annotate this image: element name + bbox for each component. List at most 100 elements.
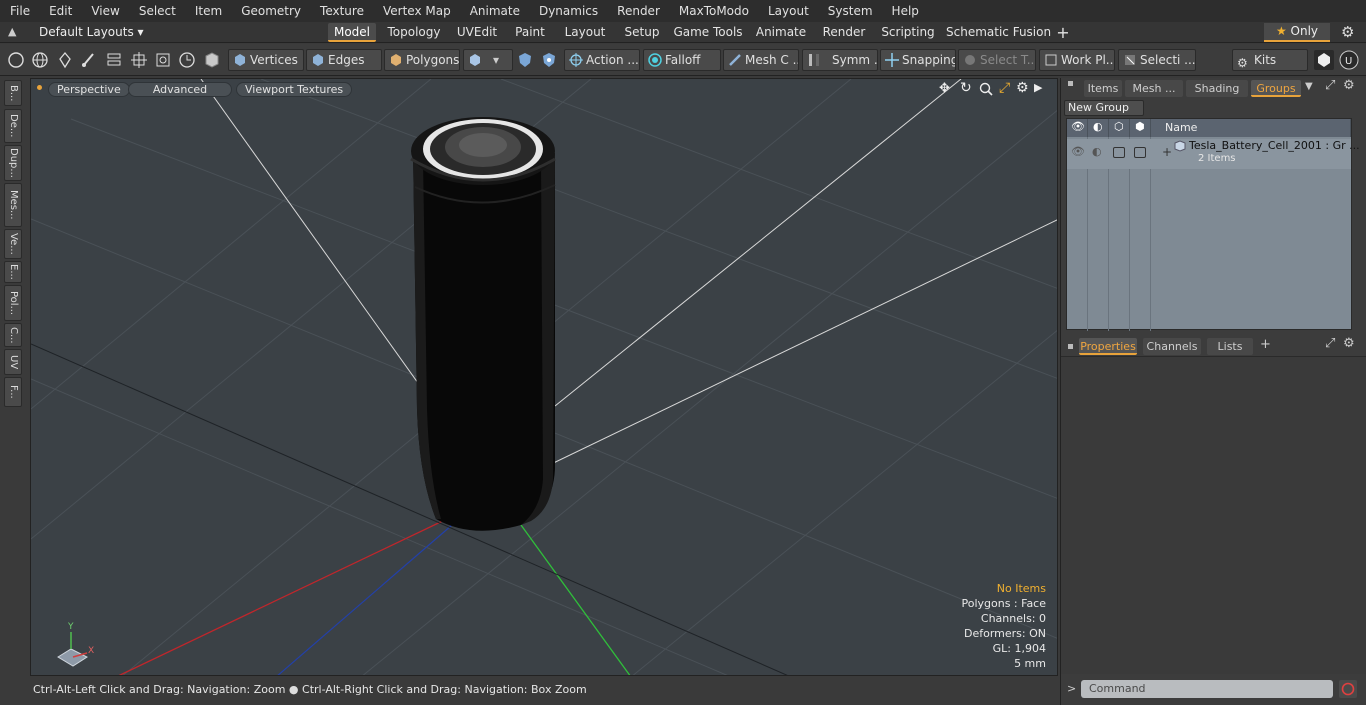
name-column-header[interactable]: Name bbox=[1151, 119, 1351, 137]
action-center-button[interactable]: Action ... bbox=[564, 49, 640, 71]
properties-expand-icon[interactable]: ⤢ bbox=[1325, 336, 1335, 351]
symmetry-button[interactable]: Symm ... bbox=[802, 49, 878, 71]
edges-button[interactable]: Edges bbox=[306, 49, 382, 71]
menu-maxtomodo[interactable]: MaxToModo bbox=[669, 0, 758, 22]
snapping-button[interactable]: Snapping bbox=[880, 49, 956, 71]
record-icon[interactable] bbox=[1339, 680, 1357, 698]
mesh-constraint-button[interactable]: Mesh C ... bbox=[723, 49, 799, 71]
left-tab-fusion[interactable]: F... bbox=[4, 377, 22, 407]
item-mode-icon[interactable] bbox=[203, 51, 221, 69]
vertices-button[interactable]: Vertices bbox=[228, 49, 304, 71]
tab-scripting[interactable]: Scripting bbox=[878, 23, 938, 42]
left-tab-basic[interactable]: B... bbox=[4, 80, 22, 106]
tab-groups[interactable]: Groups bbox=[1251, 80, 1301, 97]
material-mode-button[interactable]: ▾ bbox=[463, 49, 513, 71]
circle-select-icon[interactable] bbox=[7, 51, 25, 69]
transform-icon[interactable] bbox=[130, 51, 148, 69]
advanced-button[interactable]: Advanced bbox=[128, 82, 232, 97]
unreal-icon[interactable]: U bbox=[1339, 50, 1359, 70]
menu-geometry[interactable]: Geometry bbox=[231, 0, 310, 22]
panel-settings-icon[interactable]: ⚙ bbox=[1343, 78, 1355, 93]
left-tab-mesh[interactable]: Mes... bbox=[4, 183, 22, 227]
select-through-button[interactable]: Select T... bbox=[958, 49, 1036, 71]
move-view-icon[interactable]: ✥ bbox=[939, 81, 950, 96]
row-select-checkbox[interactable] bbox=[1134, 147, 1146, 158]
menu-render[interactable]: Render bbox=[607, 0, 669, 22]
left-tab-vertex[interactable]: Ve... bbox=[4, 229, 22, 259]
row-render-icon[interactable]: ◐ bbox=[1092, 145, 1102, 158]
menu-layout[interactable]: Layout bbox=[758, 0, 818, 22]
group-expand-button[interactable]: + bbox=[1162, 145, 1172, 159]
unity-icon[interactable] bbox=[1314, 50, 1334, 70]
left-tab-polygon[interactable]: Pol... bbox=[4, 285, 22, 321]
add-properties-tab-button[interactable]: + bbox=[1260, 337, 1271, 352]
menu-edit[interactable]: Edit bbox=[39, 0, 81, 22]
menu-vertex-map[interactable]: Vertex Map bbox=[373, 0, 460, 22]
default-layouts-dropdown[interactable]: Default Layouts ▾ bbox=[39, 24, 144, 41]
menu-item[interactable]: Item bbox=[185, 0, 231, 22]
left-tab-uv[interactable]: UV bbox=[4, 349, 22, 375]
lock-column-header[interactable]: ⬡ bbox=[1109, 119, 1130, 137]
menu-view[interactable]: View bbox=[81, 0, 128, 22]
tab-mesh[interactable]: Mesh ... bbox=[1125, 80, 1183, 97]
work-plane-button[interactable]: Work Pl... bbox=[1039, 49, 1115, 71]
tab-setup[interactable]: Setup bbox=[620, 23, 664, 42]
tab-lists[interactable]: Lists bbox=[1207, 338, 1253, 355]
row-lock-checkbox[interactable] bbox=[1113, 147, 1125, 158]
tab-shading[interactable]: Shading bbox=[1186, 80, 1248, 97]
tab-properties[interactable]: Properties bbox=[1079, 338, 1137, 355]
3d-viewport[interactable]: Perspective Advanced Viewport Textures ✥… bbox=[30, 78, 1058, 676]
menu-animate[interactable]: Animate bbox=[460, 0, 529, 22]
add-tab-button[interactable]: + bbox=[1054, 23, 1072, 42]
tab-layout[interactable]: Layout bbox=[558, 23, 612, 42]
left-tab-duplicate[interactable]: Dup... bbox=[4, 145, 22, 181]
fit-view-icon[interactable]: ⤢ bbox=[999, 80, 1010, 96]
menu-help[interactable]: Help bbox=[882, 0, 928, 22]
clock-icon[interactable] bbox=[178, 51, 196, 69]
center-icon[interactable] bbox=[154, 51, 172, 69]
tab-model[interactable]: Model bbox=[328, 23, 376, 42]
perspective-button[interactable]: Perspective bbox=[48, 82, 130, 97]
tab-channels[interactable]: Channels bbox=[1143, 338, 1201, 355]
left-tab-edge[interactable]: E... bbox=[4, 261, 22, 283]
menu-system[interactable]: System bbox=[818, 0, 882, 22]
command-input[interactable]: Command bbox=[1081, 680, 1333, 698]
only-toggle[interactable]: ★ Only bbox=[1264, 23, 1330, 42]
rotate-view-icon[interactable]: ↻ bbox=[960, 80, 972, 96]
pen-tool-icon[interactable] bbox=[56, 51, 74, 69]
viewport-settings-icon[interactable]: ⚙ bbox=[1016, 80, 1029, 96]
battery-cell-model[interactable] bbox=[410, 117, 556, 531]
left-tab-deform[interactable]: De... bbox=[4, 109, 22, 143]
tabs-dropdown-icon[interactable]: ▼ bbox=[1305, 81, 1313, 92]
visibility-column-header[interactable]: 👁 bbox=[1067, 119, 1088, 137]
select-column-header[interactable]: ⬢ bbox=[1130, 119, 1151, 137]
gear-icon[interactable]: ⚙ bbox=[1341, 23, 1354, 41]
tab-render[interactable]: Render bbox=[818, 23, 870, 42]
globe-icon[interactable] bbox=[31, 51, 49, 69]
tab-schematic-fusion[interactable]: Schematic Fusion bbox=[946, 23, 1051, 42]
menu-texture[interactable]: Texture bbox=[310, 0, 373, 22]
menu-select[interactable]: Select bbox=[129, 0, 185, 22]
brush-icon[interactable] bbox=[80, 51, 98, 69]
menu-dynamics[interactable]: Dynamics bbox=[529, 0, 607, 22]
tab-uvedit[interactable]: UVEdit bbox=[452, 23, 502, 42]
falloff-button[interactable]: Falloff bbox=[643, 49, 721, 71]
render-column-header[interactable]: ◐ bbox=[1088, 119, 1109, 137]
group-row[interactable]: 👁 ◐ + Tesla_Battery_Cell_2001 : Gr ... 2… bbox=[1067, 139, 1360, 169]
new-group-button[interactable]: New Group bbox=[1064, 100, 1144, 116]
tab-animate[interactable]: Animate bbox=[752, 23, 810, 42]
panel-expand-icon[interactable]: ⤢ bbox=[1325, 78, 1335, 93]
viewport-textures-button[interactable]: Viewport Textures bbox=[236, 82, 353, 97]
tab-topology[interactable]: Topology bbox=[384, 23, 444, 42]
zoom-view-icon[interactable] bbox=[979, 82, 993, 96]
tab-game-tools[interactable]: Game Tools bbox=[672, 23, 744, 42]
properties-settings-icon[interactable]: ⚙ bbox=[1343, 336, 1355, 351]
symmetry-shield-icon[interactable] bbox=[516, 51, 534, 69]
tab-paint[interactable]: Paint bbox=[510, 23, 550, 42]
layout-arrow-icon[interactable]: ▲ bbox=[8, 25, 16, 38]
tab-items[interactable]: Items bbox=[1084, 80, 1122, 97]
row-visibility-icon[interactable]: 👁 bbox=[1071, 145, 1085, 158]
kits-button[interactable]: ⚙ Kits bbox=[1232, 49, 1308, 71]
left-tab-curve[interactable]: C... bbox=[4, 323, 22, 347]
polygons-button[interactable]: Polygons bbox=[384, 49, 460, 71]
